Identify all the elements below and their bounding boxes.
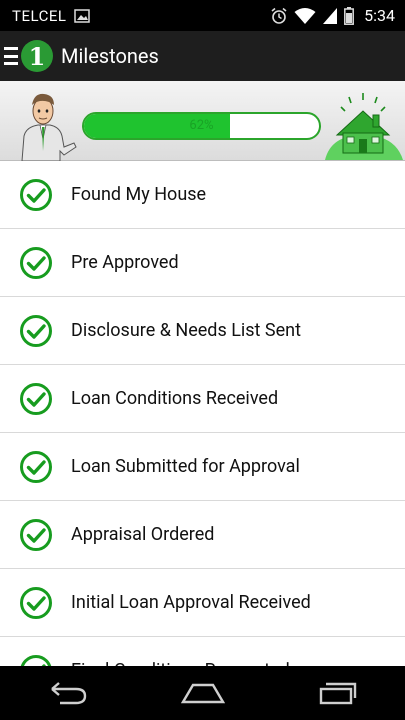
check-circle-icon — [20, 314, 52, 347]
app-logo-icon[interactable]: 1 — [21, 40, 53, 72]
milestone-item[interactable]: Final Conditions Requested — [0, 637, 405, 666]
milestone-item[interactable]: Loan Submitted for Approval — [0, 433, 405, 501]
milestone-label: Loan Submitted for Approval — [71, 456, 300, 477]
check-circle-icon — [20, 382, 52, 415]
milestone-label: Loan Conditions Received — [71, 388, 279, 409]
house-illustration — [325, 93, 403, 160]
alarm-icon — [271, 7, 287, 24]
back-icon — [50, 682, 86, 705]
signal-icon — [323, 7, 338, 24]
home-icon — [180, 683, 225, 704]
milestone-label: Pre Approved — [71, 252, 179, 273]
status-time: 5:34 — [364, 6, 395, 25]
milestone-item[interactable]: Disclosure & Needs List Sent — [0, 297, 405, 365]
milestone-list: Found My House Pre Approved Disclosure &… — [0, 161, 405, 666]
check-circle-icon — [20, 518, 52, 551]
milestone-item[interactable]: Initial Loan Approval Received — [0, 569, 405, 637]
check-circle-icon — [20, 246, 52, 279]
carrier-name: TELCEL — [12, 6, 67, 25]
app-logo-text: 1 — [28, 41, 46, 71]
action-bar: 1 Milestones — [0, 31, 405, 81]
check-circle-icon — [20, 178, 52, 211]
status-bar: TELCEL 5:34 — [0, 0, 405, 31]
check-circle-icon — [20, 450, 52, 483]
milestone-item[interactable]: Pre Approved — [0, 229, 405, 297]
battery-icon — [344, 6, 355, 25]
milestone-label: Disclosure & Needs List Sent — [71, 320, 301, 341]
progress-banner: 62% — [0, 81, 405, 161]
milestone-label: Initial Loan Approval Received — [71, 592, 311, 613]
navigation-bar — [0, 666, 405, 720]
page-title: Milestones — [61, 44, 159, 68]
milestone-item[interactable]: Appraisal Ordered — [0, 501, 405, 569]
image-icon — [74, 8, 91, 23]
home-button[interactable] — [173, 673, 233, 713]
milestone-label: Found My House — [71, 184, 207, 205]
menu-icon[interactable] — [4, 47, 18, 65]
milestone-label: Appraisal Ordered — [71, 524, 215, 545]
wifi-icon — [294, 7, 316, 24]
progress-label: 62% — [189, 118, 214, 133]
back-button[interactable] — [38, 673, 98, 713]
recent-apps-button[interactable] — [308, 673, 368, 713]
progress-bar: 62% — [82, 112, 321, 140]
milestone-item[interactable]: Loan Conditions Received — [0, 365, 405, 433]
check-circle-icon — [20, 654, 52, 666]
man-character-illustration — [21, 93, 77, 161]
recent-apps-icon — [319, 682, 356, 705]
milestone-item[interactable]: Found My House — [0, 161, 405, 229]
check-circle-icon — [20, 586, 52, 619]
